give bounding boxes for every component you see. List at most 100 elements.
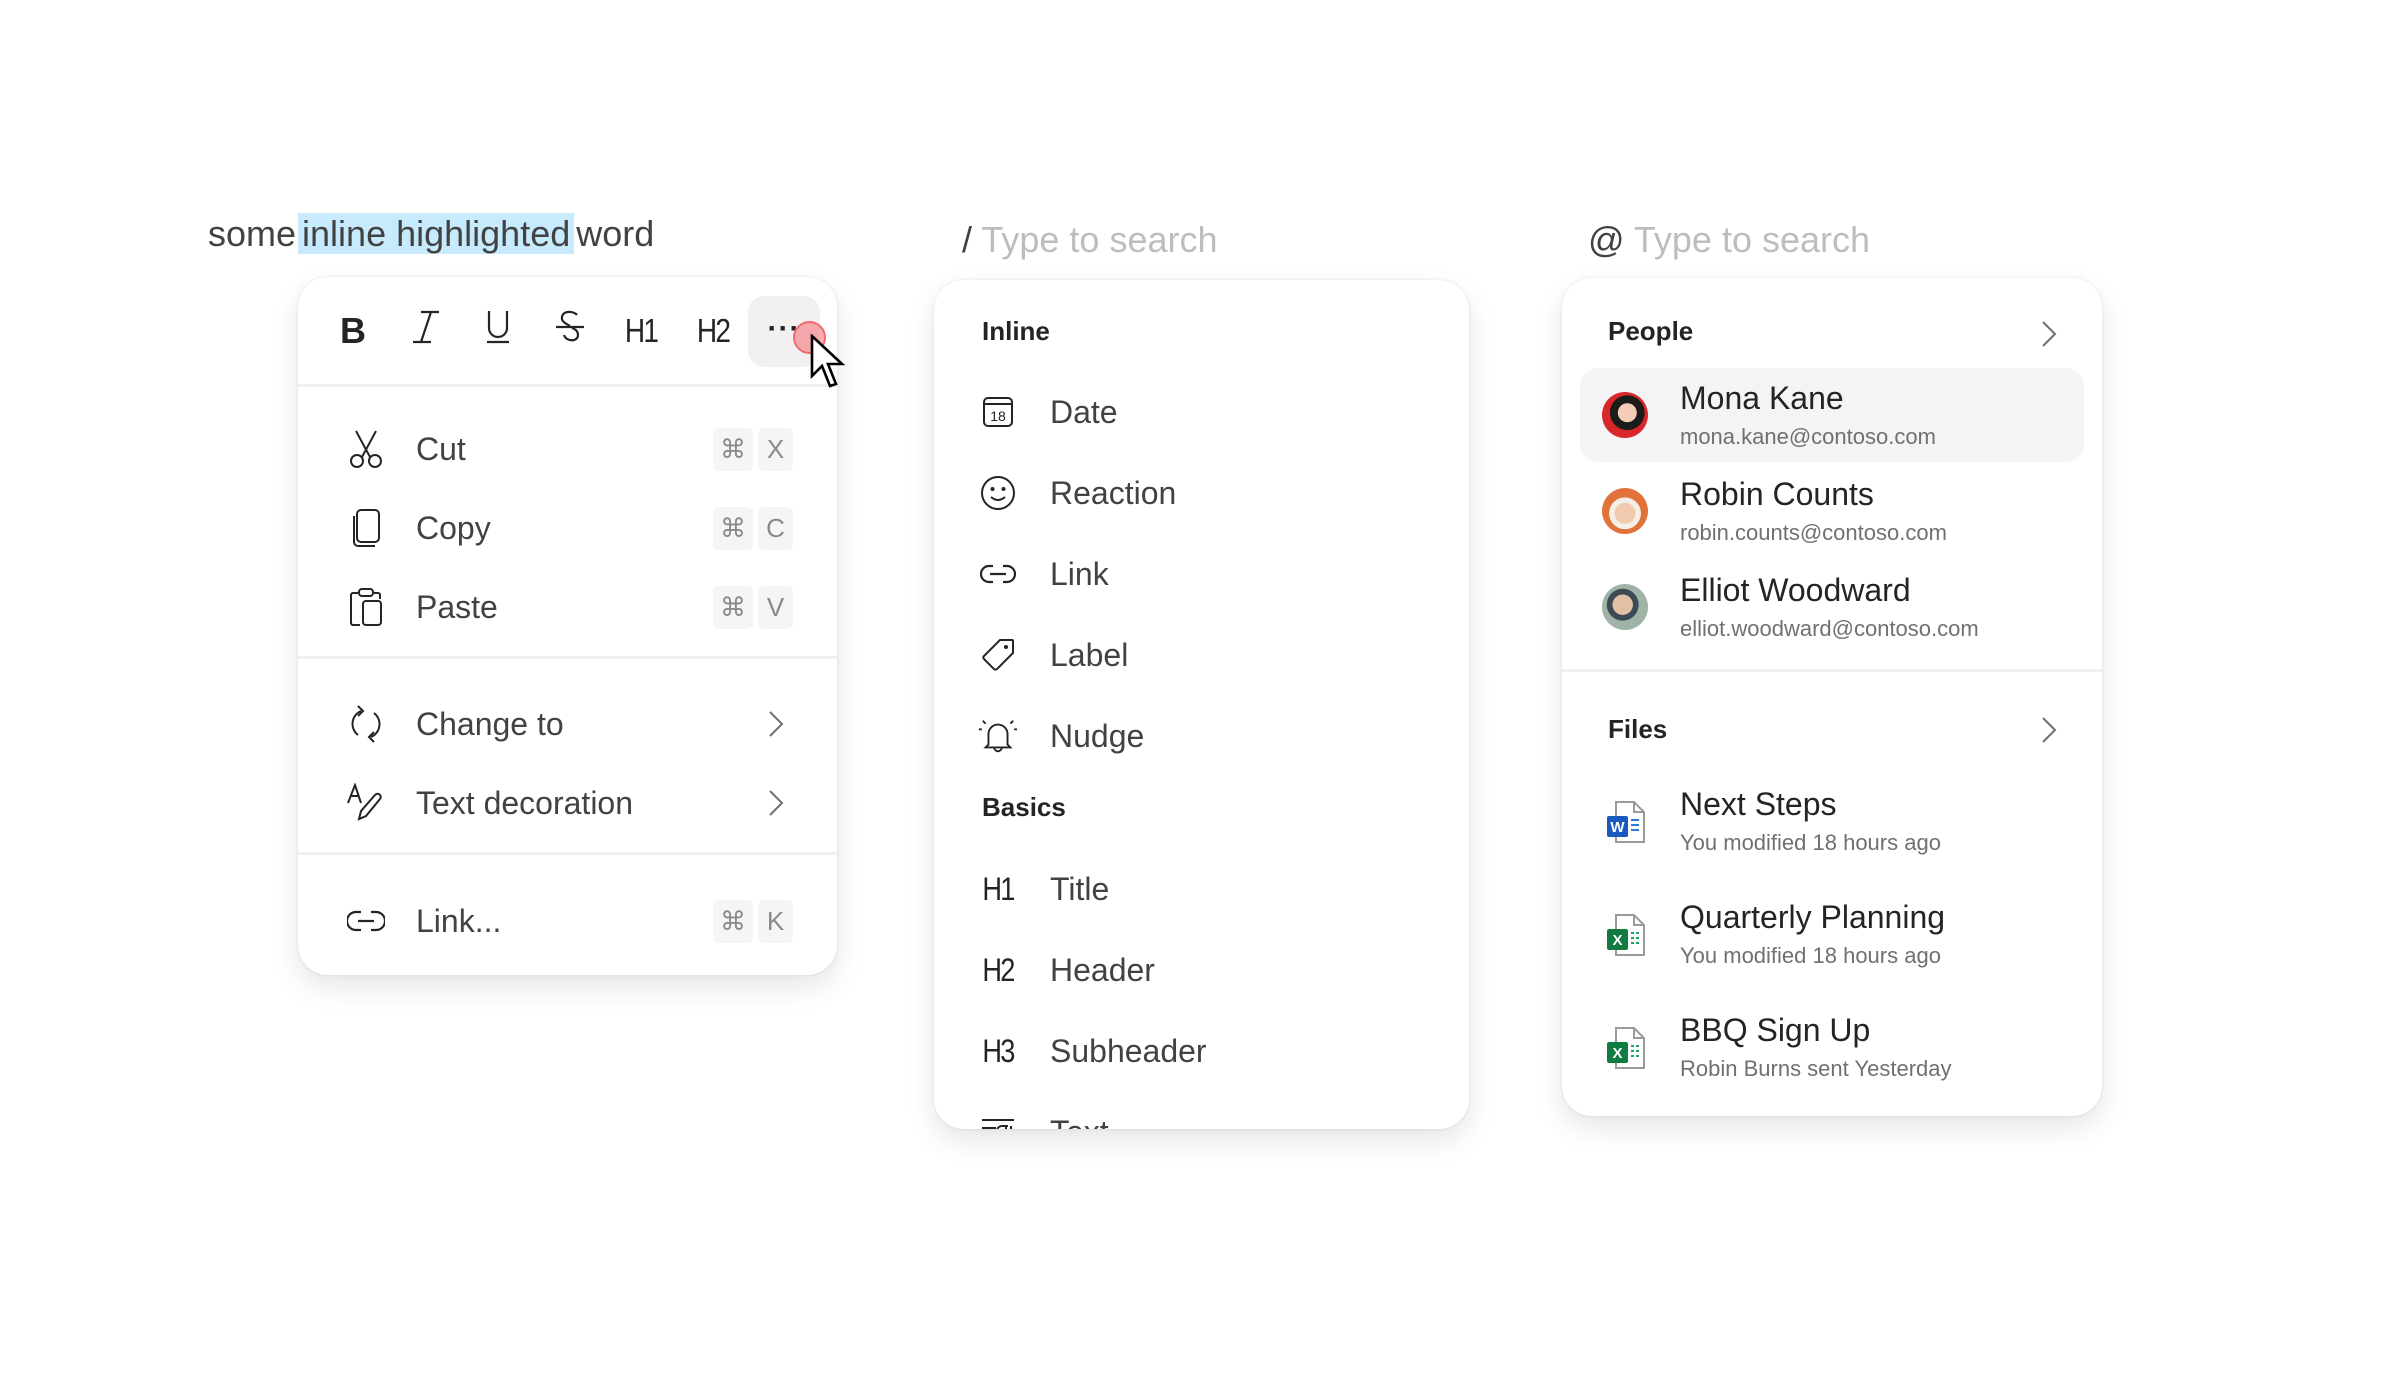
heading-2-button[interactable]: H2 (678, 296, 748, 366)
link-icon (978, 554, 1018, 594)
svg-text:W: W (1610, 819, 1625, 836)
menu-item-label: Change to (416, 705, 564, 742)
word-file-icon: W (1607, 801, 1645, 843)
underline-icon (485, 309, 511, 354)
excel-file-icon: X (1607, 914, 1645, 956)
heading-2-icon: H2 (982, 951, 1015, 988)
calendar-day-text: 18 (990, 408, 1006, 424)
files-see-all-chevron-icon[interactable] (2036, 712, 2062, 748)
text-edit-style-icon (346, 783, 386, 823)
mention-trigger: @ (1588, 219, 1625, 260)
person-item-mona-kane[interactable]: Mona Kane mona.kane@contoso.com (1580, 368, 2084, 462)
command-item-label: Link (1050, 555, 1109, 592)
heading-1-icon: H1 (624, 312, 659, 349)
menu-item-text-decoration[interactable]: Text decoration (298, 768, 837, 838)
section-header-files: Files (1608, 714, 1668, 744)
person-name: Mona Kane (1680, 380, 1844, 416)
mention-search-field[interactable]: @ Type to search (1588, 216, 1870, 264)
emoji-icon (978, 473, 1018, 513)
menu-item-link[interactable]: Link... ⌘ K (298, 886, 837, 956)
avatar (1602, 584, 1648, 630)
person-email: mona.kane@contoso.com (1680, 424, 1936, 449)
command-item-label: Reaction (1050, 474, 1177, 511)
menu-item-label: Copy (416, 509, 491, 546)
italic-button[interactable] (391, 296, 461, 366)
command-item-label: Header (1050, 951, 1155, 988)
arrow-sync-icon (346, 704, 386, 744)
format-context-menu: B H1 H2 ··· Cut ⌘ X Copy ⌘ C Paste ⌘ V C… (298, 277, 837, 975)
shortcut-key-cmd: ⌘ (713, 900, 753, 943)
menu-divider (298, 656, 837, 659)
command-item-nudge[interactable]: Nudge (934, 701, 1469, 771)
heading-1-button[interactable]: H1 (606, 296, 676, 366)
chevron-right-icon (763, 706, 789, 742)
slash-trigger: / (962, 219, 973, 260)
file-item-quarterly-planning[interactable]: X Quarterly Planning You modified 18 hou… (1580, 891, 2084, 985)
excel-file-icon: X (1607, 1027, 1645, 1069)
shortcut-key-cmd: ⌘ (713, 586, 753, 629)
person-name: Robin Counts (1680, 476, 1874, 512)
avatar (1602, 392, 1648, 438)
command-item-subheader[interactable]: H3 Subheader (934, 1016, 1469, 1086)
shortcut-key-cmd: ⌘ (713, 507, 753, 550)
alert-bell-icon (978, 716, 1018, 756)
command-item-date[interactable]: 18 Date (934, 377, 1469, 447)
heading-2-icon: H2 (696, 312, 731, 349)
underline-button[interactable] (463, 296, 533, 366)
scissors-icon (346, 429, 386, 469)
file-detail: Robin Burns sent Yesterday (1680, 1056, 1952, 1081)
section-header-basics: Basics (982, 792, 1066, 822)
file-name: Next Steps (1680, 786, 1837, 822)
person-item-elliot-woodward[interactable]: Elliot Woodward elliot.woodward@contoso.… (1580, 560, 2084, 654)
slash-command-menu: Inline 18 Date Reaction Link Label Nudge… (934, 280, 1469, 1129)
shortcut-key: K (758, 900, 793, 943)
file-detail: You modified 18 hours ago (1680, 830, 1941, 855)
person-email: elliot.woodward@contoso.com (1680, 616, 1979, 641)
menu-item-label: Paste (416, 588, 498, 625)
section-header-inline: Inline (982, 316, 1050, 346)
shortcut-key-cmd: ⌘ (713, 428, 753, 471)
menu-divider (298, 852, 837, 855)
mention-menu: People Mona Kane mona.kane@contoso.com R… (1562, 278, 2102, 1116)
menu-item-copy[interactable]: Copy ⌘ C (298, 493, 837, 563)
editor-text-before: some (208, 213, 297, 254)
clipboard-paste-icon (346, 587, 386, 627)
menu-item-cut[interactable]: Cut ⌘ X (298, 414, 837, 484)
command-item-label: Title (1050, 870, 1110, 907)
italic-icon (411, 309, 441, 354)
bold-button[interactable]: B (318, 296, 388, 366)
toolbar-divider (298, 384, 837, 387)
menu-item-label: Text decoration (416, 784, 634, 821)
command-item-label[interactable]: Label (934, 620, 1469, 690)
copy-icon (346, 508, 386, 548)
people-see-all-chevron-icon[interactable] (2036, 316, 2062, 352)
link-icon (346, 901, 386, 941)
selected-text-highlight[interactable]: inline highlighted (298, 213, 575, 254)
command-item-title[interactable]: H1 Title (934, 854, 1469, 924)
strikethrough-icon (555, 309, 585, 354)
menu-item-label: Link... (416, 902, 502, 939)
text-paragraph-icon (978, 1112, 1018, 1129)
section-header-people: People (1608, 316, 1694, 346)
menu-item-change-to[interactable]: Change to (298, 689, 837, 759)
command-item-text[interactable]: Text (934, 1097, 1469, 1129)
command-item-link[interactable]: Link (934, 539, 1469, 609)
slash-search-placeholder: Type to search (981, 219, 1218, 260)
mention-search-placeholder: Type to search (1633, 219, 1871, 260)
file-name: BBQ Sign Up (1680, 1012, 1871, 1048)
heading-3-icon: H3 (982, 1032, 1015, 1069)
menu-item-paste[interactable]: Paste ⌘ V (298, 572, 837, 642)
person-item-robin-counts[interactable]: Robin Counts robin.counts@contoso.com (1580, 464, 2084, 558)
strikethrough-button[interactable] (535, 296, 605, 366)
command-item-header[interactable]: H2 Header (934, 935, 1469, 1005)
avatar (1602, 488, 1648, 534)
command-item-label: Nudge (1050, 717, 1145, 754)
chevron-right-icon (763, 785, 789, 821)
command-item-reaction[interactable]: Reaction (934, 458, 1469, 528)
mouse-pointer-icon (810, 334, 846, 388)
command-item-label: Date (1050, 393, 1118, 430)
file-item-next-steps[interactable]: W Next Steps You modified 18 hours ago (1580, 778, 2084, 872)
slash-search-field[interactable]: / Type to search (962, 216, 1218, 264)
file-item-bbq-sign-up[interactable]: X BBQ Sign Up Robin Burns sent Yesterday (1580, 1004, 2084, 1098)
editor-text[interactable]: some inline highlighted word (208, 210, 654, 258)
